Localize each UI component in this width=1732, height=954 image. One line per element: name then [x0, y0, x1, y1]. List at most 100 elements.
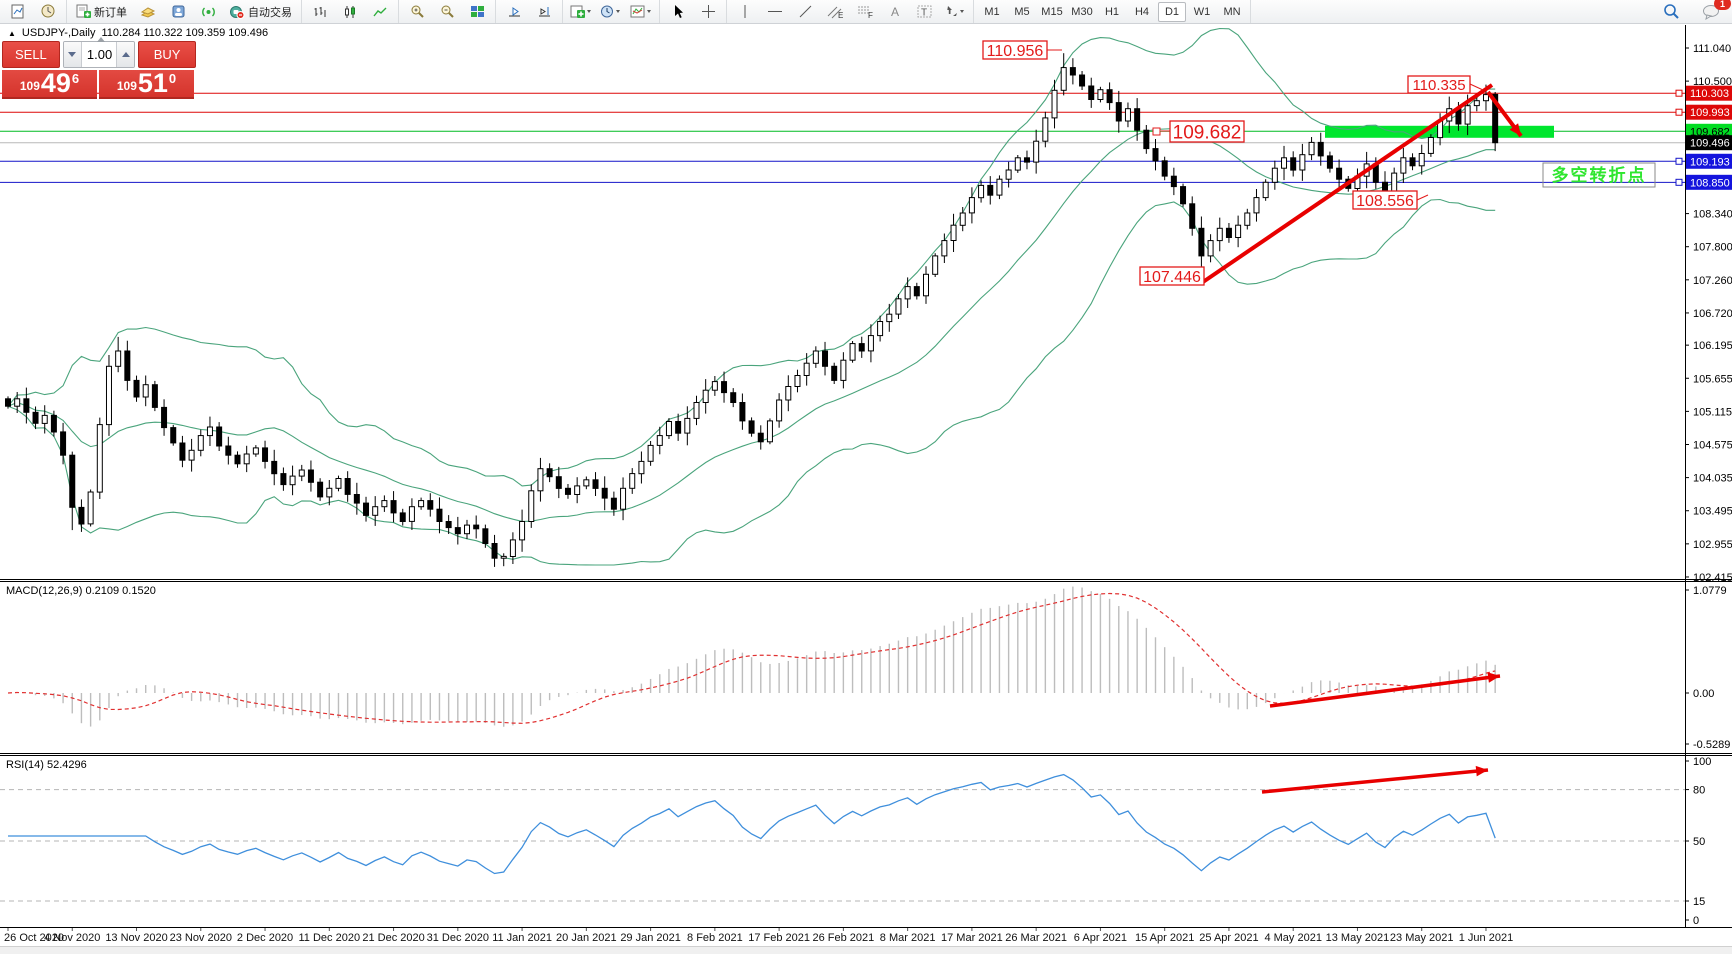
triangle-down-icon [68, 52, 76, 57]
timeframe-button-M1[interactable]: M1 [978, 2, 1006, 22]
volume-increase-button[interactable] [116, 42, 134, 67]
annotation-anchor-square[interactable] [1153, 128, 1160, 135]
buy-price-big: 51 [138, 71, 168, 96]
rsi-label: RSI(14) 52.4296 [6, 759, 87, 771]
sell-price[interactable]: 109 49 6 [2, 70, 97, 99]
y-tick-108.340: 108.340 [1693, 209, 1732, 221]
timeframe-button-H1[interactable]: H1 [1098, 2, 1126, 22]
text-label-button[interactable]: T [911, 1, 939, 22]
indicators-icon [570, 4, 592, 19]
rsi-tick-80: 80 [1693, 785, 1705, 797]
indicators-button[interactable] [567, 1, 595, 22]
date-label-12: 8 Feb 2021 [687, 932, 743, 944]
y-tick-104.035: 104.035 [1693, 473, 1732, 485]
periods-button[interactable] [597, 1, 625, 22]
data-window-icon [171, 4, 186, 19]
timeframe-button-D1[interactable]: D1 [1158, 2, 1186, 22]
timeframe-button-W1[interactable]: W1 [1188, 2, 1216, 22]
volume-decrease-button[interactable] [64, 42, 82, 67]
macd-label: MACD(12,26,9) 0.2109 0.1520 [6, 585, 156, 597]
label-letter: T [921, 8, 927, 19]
tile-windows-button[interactable] [463, 1, 491, 22]
data-window-button[interactable] [164, 1, 192, 22]
equidistant-channel-button[interactable]: E [821, 1, 849, 22]
horizontal-line-button[interactable] [761, 1, 789, 22]
date-label-9: 11 Jan 2021 [492, 932, 552, 944]
date-label-4: 23 Nov 2020 [170, 932, 232, 944]
profiles-button[interactable] [34, 1, 62, 22]
arrow-rsi[interactable] [1262, 770, 1488, 792]
notification-badge: 1 [1714, 0, 1731, 10]
new-order-button[interactable]: 新订单 [71, 1, 132, 22]
y-tick-106.720: 106.720 [1693, 308, 1732, 320]
new-order-label: 新订单 [94, 4, 127, 20]
sell-button[interactable]: SELL [2, 41, 60, 68]
fibonacci-button[interactable]: F [851, 1, 879, 22]
timeframe-button-M5[interactable]: M5 [1008, 2, 1036, 22]
navigator-button[interactable] [194, 1, 222, 22]
timeframe-button-MN[interactable]: MN [1218, 2, 1246, 22]
chart-canvas[interactable]: 110.956110.335109.682108.556107.446多空转折点… [0, 0, 1732, 953]
buy-price[interactable]: 109 51 0 [99, 70, 194, 99]
notifications-button[interactable]: 1 [1697, 1, 1725, 22]
date-label-15: 8 Mar 2021 [880, 932, 936, 944]
collapse-icon[interactable]: ▲ [8, 29, 16, 38]
level-handle[interactable] [1676, 158, 1682, 164]
price-badge-label: 110.303 [1690, 88, 1729, 100]
price-annotation-107.446: 107.446 [1143, 269, 1201, 286]
timeframe-button-M30[interactable]: M30 [1068, 2, 1096, 22]
cn-note-text: 多空转折点 [1552, 165, 1647, 185]
y-tick-107.260: 107.260 [1693, 275, 1732, 287]
autotrading-icon [229, 4, 245, 19]
level-handle[interactable] [1676, 179, 1682, 185]
price-badge-label: 109.993 [1690, 107, 1730, 119]
market-watch-button[interactable] [134, 1, 162, 22]
annotation-connector [1470, 84, 1483, 90]
arrow-macd[interactable] [1270, 676, 1500, 706]
timeframe-button-H4[interactable]: H4 [1128, 2, 1156, 22]
new-chart-button[interactable] [4, 1, 32, 22]
trendline-main[interactable] [1203, 85, 1492, 282]
line-chart-button[interactable] [366, 1, 394, 22]
timeframe-button-M15[interactable]: M15 [1038, 2, 1066, 22]
buy-button[interactable]: BUY [138, 41, 196, 68]
date-label-14: 26 Feb 2021 [812, 932, 874, 944]
symbol-title: ▲ USDJPY-,Daily 110.284 110.322 109.359 … [8, 27, 268, 39]
templates-button[interactable] [627, 1, 655, 22]
zoom-out-button[interactable] [433, 1, 461, 22]
sell-price-big: 49 [41, 71, 71, 96]
templates-icon [630, 4, 652, 19]
autotrading-button[interactable]: 自动交易 [224, 1, 297, 22]
candlestick-chart-button[interactable] [336, 1, 364, 22]
line-chart-icon [373, 5, 387, 19]
date-label-18: 6 Apr 2021 [1074, 932, 1127, 944]
trendline-button[interactable] [791, 1, 819, 22]
chart-shift-button[interactable] [530, 1, 558, 22]
date-label-11: 29 Jan 2021 [620, 932, 681, 944]
top-toolbar: 新订单 自动交易 [0, 0, 1732, 24]
timeframe-group: M1M5M15M30H1H4D1W1MN [974, 0, 1251, 23]
search-button[interactable] [1657, 1, 1685, 22]
cursor-button[interactable] [664, 1, 692, 22]
bar-chart-button[interactable] [306, 1, 334, 22]
date-label-8: 31 Dec 2020 [427, 932, 489, 944]
level-handle[interactable] [1676, 109, 1682, 115]
zoom-in-button[interactable] [403, 1, 431, 22]
price-annotation-108.556: 108.556 [1356, 193, 1414, 210]
price-badge-label: 109.193 [1690, 156, 1730, 168]
level-handle[interactable] [1676, 90, 1682, 96]
vertical-line-icon [740, 4, 750, 19]
volume-input[interactable]: 1.00 [82, 42, 116, 67]
macd-tick-1.0779: 1.0779 [1693, 585, 1727, 597]
y-tick-102.955: 102.955 [1693, 539, 1732, 551]
price-annotation-109.682: 109.682 [1173, 122, 1242, 143]
panel-collapse-icon[interactable] [97, 37, 105, 42]
text-button[interactable]: A [881, 1, 909, 22]
vertical-line-button[interactable] [731, 1, 759, 22]
text-letter: A [891, 5, 899, 19]
crosshair-button[interactable] [694, 1, 722, 22]
auto-scroll-button[interactable] [500, 1, 528, 22]
date-label-13: 17 Feb 2021 [748, 932, 810, 944]
annotation-connector [1417, 195, 1428, 200]
arrows-button[interactable] [941, 1, 969, 22]
